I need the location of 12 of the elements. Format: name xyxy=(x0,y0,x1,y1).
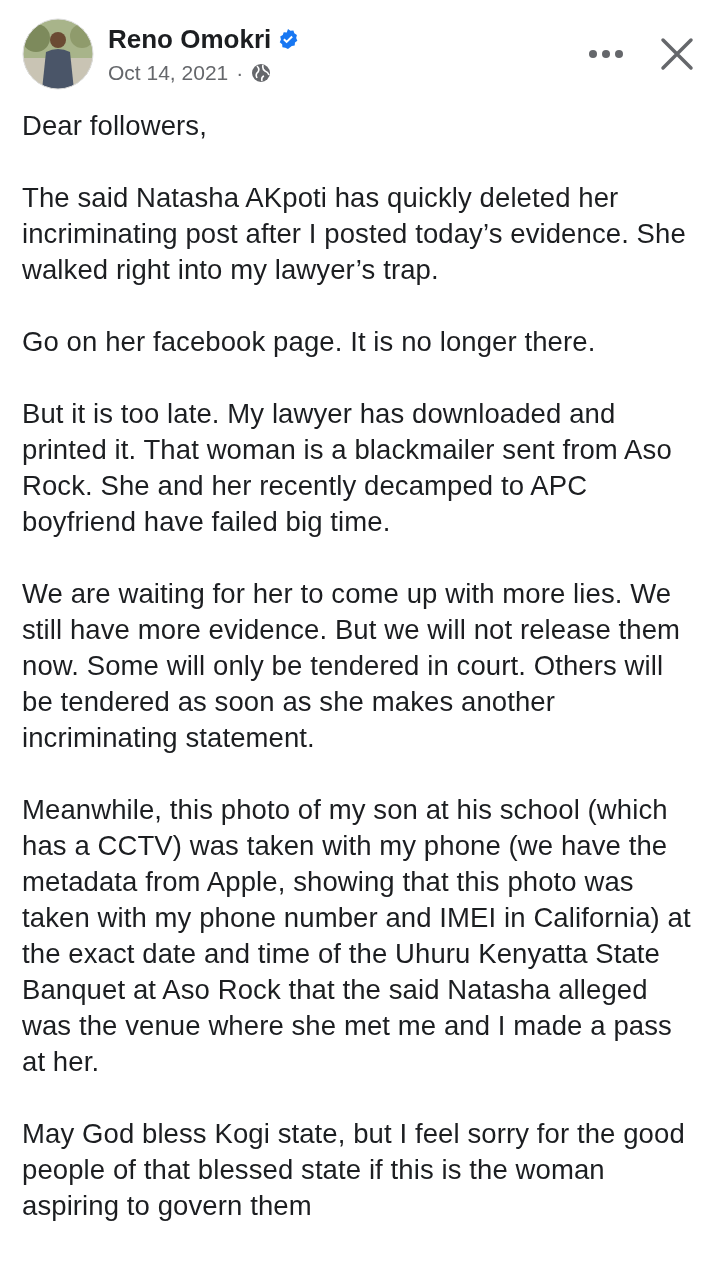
more-icon xyxy=(588,49,624,59)
post-date[interactable]: Oct 14, 2021 xyxy=(108,60,229,85)
post-paragraph: The said Natasha AKpoti has quickly deleted her incriminating post after I posted today’s evidence. She walked right into my lawyer’s trap. xyxy=(22,181,687,287)
post-paragraph: But it is too late. My lawyer has downloaded and printed it. That woman is a blackmailer sent from Aso Rock. She and her recently decamped to APC boyfriend have failed big time. xyxy=(22,397,673,539)
post-paragraph: Dear followers, xyxy=(22,109,208,143)
globe-icon xyxy=(251,62,272,83)
author-name[interactable]: Reno Omokri xyxy=(108,23,272,55)
post-paragraph: Meanwhile, this photo of my son at his school (which has a CCTV) was taken with my phone (we have the metadata from Apple, showing that this photo was taken with my phone number and IMEI in California) at the exact date and time of the Uhuru Kenyatta State Banquet at Aso Rock that the said Natasha alleged was the venue where she met me and I made a pass at her. xyxy=(22,793,692,1079)
post-paragraph: May God bless Kogi state, but I feel sorry for the good people of that blessed state if this is the woman aspiring to govern them xyxy=(22,1117,686,1223)
post-paragraph: Go on her facebook page. It is no longer there. xyxy=(22,325,597,359)
separator: · xyxy=(236,60,244,85)
post-paragraph: We are waiting for her to come up with more lies. We still have more evidence. But we will not release them now. Some will only be tendered in court. Others will be tendered as soon as she makes another incriminating statement. xyxy=(22,577,682,755)
